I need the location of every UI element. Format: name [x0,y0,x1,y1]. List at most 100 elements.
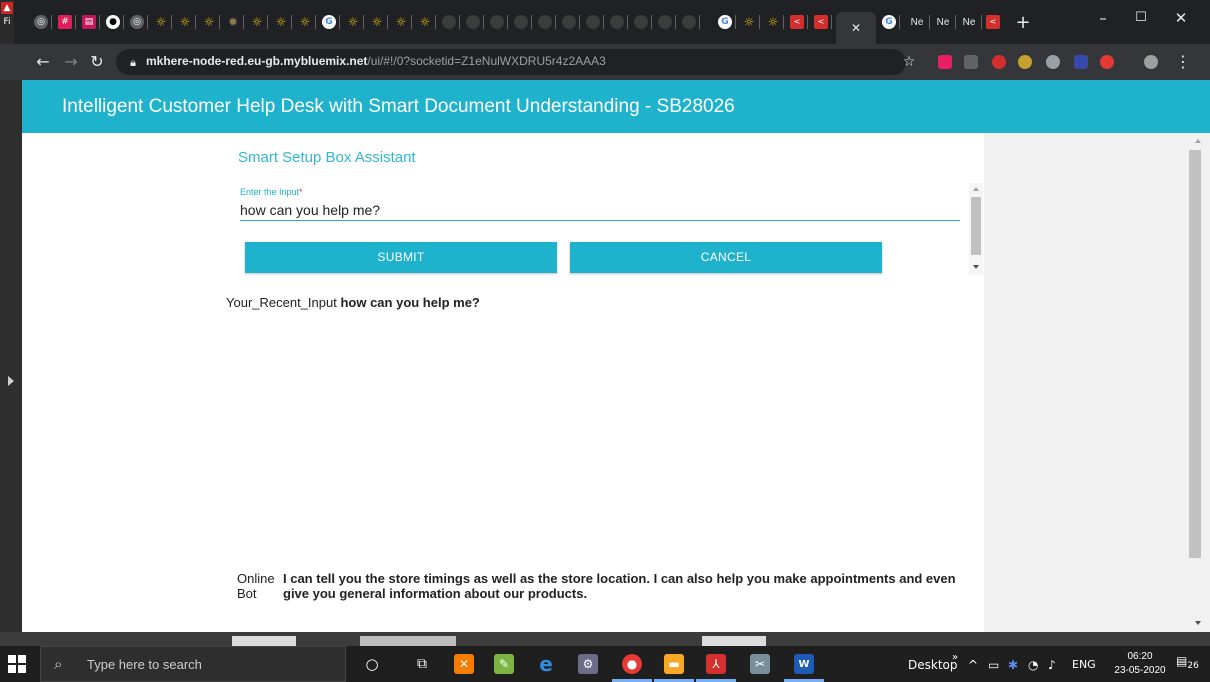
battery-icon[interactable]: ▭ [988,658,999,672]
tab-15[interactable]: ☼ [366,12,388,32]
page-scroll-thumb[interactable] [1189,150,1201,558]
tab-9[interactable]: ✹ [222,12,244,32]
tab-36[interactable]: Ne [930,12,956,32]
star-icon[interactable]: ☆ [898,51,920,73]
volume-icon[interactable]: ♪ [1048,658,1056,672]
download-icon[interactable] [1100,55,1114,69]
pocket-icon[interactable] [938,55,952,69]
search-icon: ⌕ [54,655,63,673]
cookie-icon[interactable] [1018,55,1032,69]
tab-37[interactable]: Ne [956,12,982,32]
scroll-up-icon[interactable] [973,187,979,191]
screen-icon[interactable] [1074,55,1088,69]
sidebar-expand-icon[interactable] [8,376,14,386]
avatar[interactable] [1144,55,1158,69]
tab-active[interactable]: ✕ [836,12,876,44]
tab-11[interactable]: ☼ [270,12,292,32]
window-close-icon[interactable]: ✕ [1162,6,1200,30]
tab-28[interactable] [678,12,700,32]
clock[interactable]: 06:20 23-05-2020 [1112,650,1168,678]
chrome-icon[interactable]: ● [622,654,642,674]
edge-icon[interactable]: e [536,652,556,676]
tab-2[interactable]: # [54,12,76,32]
url-text[interactable]: mkhere-node-red.eu-gb.mybluemix.net/ui/#… [146,54,606,68]
new-tab-button[interactable]: + [1012,11,1034,33]
tray-chevron-icon[interactable]: ^ [968,658,978,672]
forward-arrow-icon[interactable]: → [60,51,82,73]
scroll-down-icon[interactable] [973,265,979,269]
tab-24[interactable] [582,12,604,32]
tab-20[interactable] [486,12,508,32]
tab-19[interactable] [462,12,484,32]
tab-30[interactable]: ☼ [738,12,760,32]
bluetooth-icon[interactable]: ✱ [1008,658,1018,672]
snipping-tool-icon[interactable]: ✂ [750,654,770,674]
desktop-toolbar-label[interactable]: Desktop [908,658,958,672]
page-title: Intelligent Customer Help Desk with Smar… [62,96,735,117]
file-explorer-icon[interactable]: ▬ [664,654,684,674]
tab-27[interactable] [654,12,676,32]
tab-22[interactable] [534,12,556,32]
chat-input[interactable] [240,199,960,221]
submit-button[interactable]: SUBMIT [245,242,557,273]
tab-21[interactable] [510,12,532,32]
tab-34[interactable]: G [878,12,900,32]
tab-10[interactable]: ☼ [246,12,268,32]
tab-12[interactable]: ☼ [294,12,316,32]
task-view-icon[interactable]: ⧉ [412,654,432,674]
taskbar-search-placeholder: Type here to search [87,657,202,672]
menu-dots-icon[interactable]: ⋮ [1172,51,1194,73]
tab-38[interactable]: < [982,12,1004,32]
language-indicator[interactable]: ENG [1072,658,1096,671]
page-scroll-down-icon[interactable] [1195,621,1201,625]
qr-icon[interactable] [964,55,978,69]
windows-start-icon[interactable] [8,655,28,673]
tab-1[interactable]: ◎ [30,12,52,32]
toolbar-expand-icon[interactable]: » [952,652,958,663]
pdf-icon[interactable]: ▲ [1,2,13,14]
plus-icon: + [1015,11,1031,33]
tab-25[interactable] [606,12,628,32]
cancel-button[interactable]: CANCEL [570,242,882,273]
background-element [702,636,766,646]
tab-31[interactable]: ☼ [762,12,784,32]
back-arrow-icon[interactable]: ← [32,51,54,73]
tab-32[interactable]: < [786,12,808,32]
tab-7[interactable]: ☼ [174,12,196,32]
tab-18[interactable] [438,12,460,32]
page-scroll-up-icon[interactable] [1195,139,1201,143]
extension-icon[interactable] [992,55,1006,69]
browser-toolbar: ← → ↻ 🔒︎ mkhere-node-red.eu-gb.mybluemix… [0,44,1210,80]
tab-16[interactable]: ☼ [390,12,412,32]
word-icon[interactable]: W [794,654,814,674]
tab-14[interactable]: ☼ [342,12,364,32]
tab-33[interactable]: < [810,12,832,32]
minimize-icon[interactable]: – [1084,6,1122,30]
remote-icon[interactable]: ⚙ [578,654,598,674]
incognito-icon[interactable] [1046,55,1060,69]
tab-4[interactable]: ● [102,12,124,32]
tab-3[interactable]: ▤ [78,12,100,32]
lock-icon[interactable]: 🔒︎ [122,52,144,74]
wifi-icon[interactable]: ◔ [1028,658,1038,672]
close-icon[interactable]: ✕ [849,21,863,35]
notification-center-icon[interactable]: ▤26 [1176,654,1199,671]
tab-17[interactable]: ☼ [414,12,436,32]
cortana-icon[interactable]: ○ [362,654,382,674]
notepad-icon[interactable]: ✎ [494,654,514,674]
tab-29[interactable]: G [714,12,736,32]
tab-35[interactable]: Ne [904,12,930,32]
maximize-icon[interactable]: ☐ [1122,6,1160,30]
inner-scroll-thumb[interactable] [971,197,981,255]
tab-5[interactable]: ◎ [126,12,148,32]
tab-8[interactable]: ☼ [198,12,220,32]
tab-6[interactable]: ☼ [150,12,172,32]
xampp-icon[interactable]: ✕ [454,654,474,674]
tab-26[interactable] [630,12,652,32]
acrobat-icon[interactable]: ⅄ [706,654,726,674]
inner-scrollbar[interactable] [969,183,983,275]
tab-13[interactable]: G [318,12,340,32]
tab-23[interactable] [558,12,580,32]
reload-icon[interactable]: ↻ [86,51,108,73]
taskbar-search-box[interactable]: ⌕ Type here to search [40,646,346,682]
